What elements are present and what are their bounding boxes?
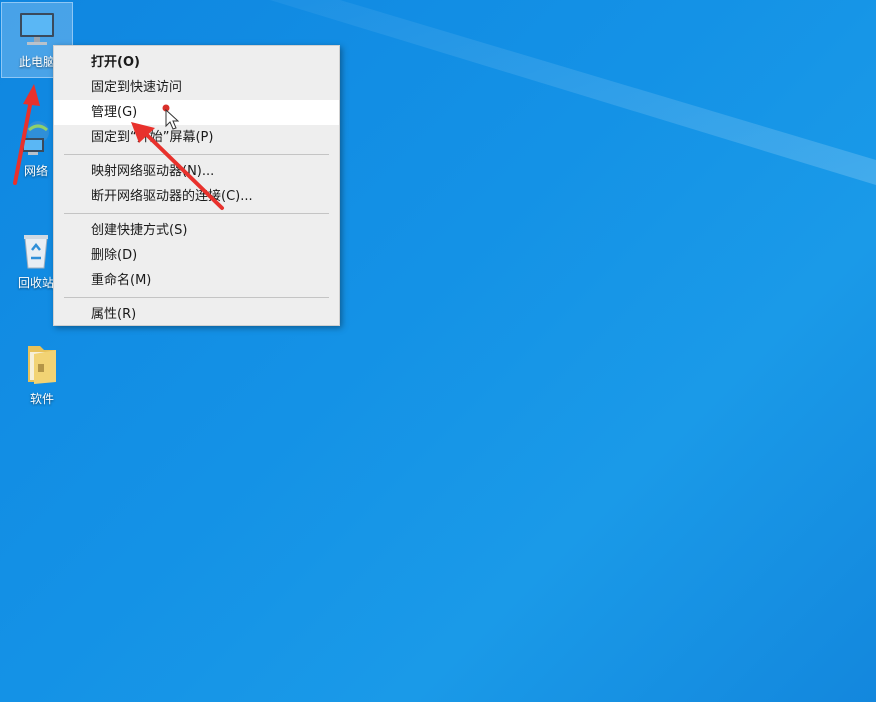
menu-item-pin-start[interactable]: 固定到“开始”屏幕(P) — [54, 125, 339, 150]
desktop-icon-software-folder[interactable]: 软件 — [7, 336, 77, 416]
menu-item-manage[interactable]: 管理(G) — [54, 100, 339, 125]
menu-item-properties[interactable]: 属性(R) — [54, 302, 339, 327]
icon-label: 软件 — [29, 392, 54, 406]
menu-item-pin-quick-access[interactable]: 固定到快速访问 — [54, 75, 339, 100]
recycle-bin-icon — [24, 235, 48, 269]
menu-item-map-network-drive[interactable]: 映射网络驱动器(N)... — [54, 159, 339, 184]
menu-item-disconnect-network-drive[interactable]: 断开网络驱动器的连接(C)... — [54, 184, 339, 209]
folder-icon — [28, 346, 56, 384]
menu-separator — [64, 213, 329, 214]
context-menu: 打开(O) 固定到快速访问 管理(G) 固定到“开始”屏幕(P) 映射网络驱动器… — [53, 45, 340, 326]
menu-item-open[interactable]: 打开(O) — [54, 50, 339, 75]
menu-item-rename[interactable]: 重命名(M) — [54, 268, 339, 293]
desktop: 此电脑 网络 回收站 软件 打开(O) 固定到快速访问 管理(G) 固定到“开始… — [0, 0, 876, 702]
menu-separator — [64, 154, 329, 155]
network-icon — [22, 121, 49, 155]
menu-item-create-shortcut[interactable]: 创建快捷方式(S) — [54, 218, 339, 243]
menu-separator — [64, 297, 329, 298]
menu-item-delete[interactable]: 删除(D) — [54, 243, 339, 268]
